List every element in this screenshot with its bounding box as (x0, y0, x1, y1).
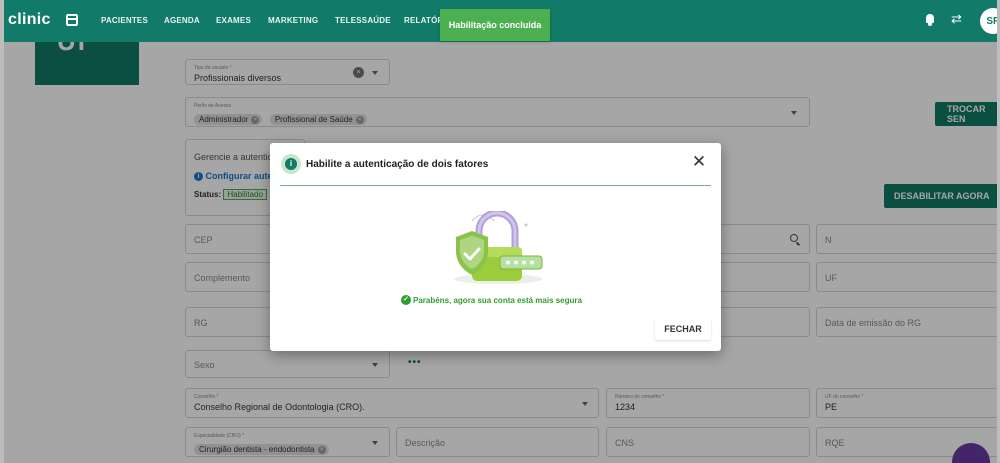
nav-item-pacientes[interactable]: PACIENTES (101, 16, 148, 25)
toast-notification: Habilitação concluída (440, 9, 550, 41)
modal-title: Habilite a autenticação de dois fatores (306, 159, 489, 170)
close-icon[interactable]: ✕ (690, 153, 708, 171)
two-factor-modal: i Habilite a autenticação de dois fatore… (270, 143, 721, 351)
nav-item-telessaude[interactable]: TELESSAÚDE (335, 16, 391, 25)
security-lock-illustration (454, 211, 543, 284)
user-avatar[interactable]: SP (980, 8, 997, 34)
check-circle-icon: ✓ (401, 295, 411, 305)
info-icon: i (281, 154, 301, 174)
success-message: ✓ Parabéns, agora sua conta está mais se… (401, 295, 582, 305)
app-logo[interactable]: clinic (8, 11, 51, 29)
bell-icon[interactable] (925, 14, 935, 26)
app-frame: clinic PACIENTES AGENDA EXAMES MARKETING… (0, 0, 1000, 463)
success-text: Parabéns, agora sua conta está mais segu… (413, 295, 582, 305)
fechar-button[interactable]: FECHAR (655, 318, 711, 340)
calendar-icon[interactable] (61, 9, 85, 33)
top-nav: clinic PACIENTES AGENDA EXAMES MARKETING… (4, 0, 997, 42)
nav-item-marketing[interactable]: MARKETING (268, 16, 318, 25)
nav-item-agenda[interactable]: AGENDA (164, 16, 200, 25)
modal-divider (280, 185, 711, 186)
nav-item-exames[interactable]: EXAMES (216, 16, 251, 25)
swap-icon[interactable]: ⇄ (951, 11, 962, 27)
